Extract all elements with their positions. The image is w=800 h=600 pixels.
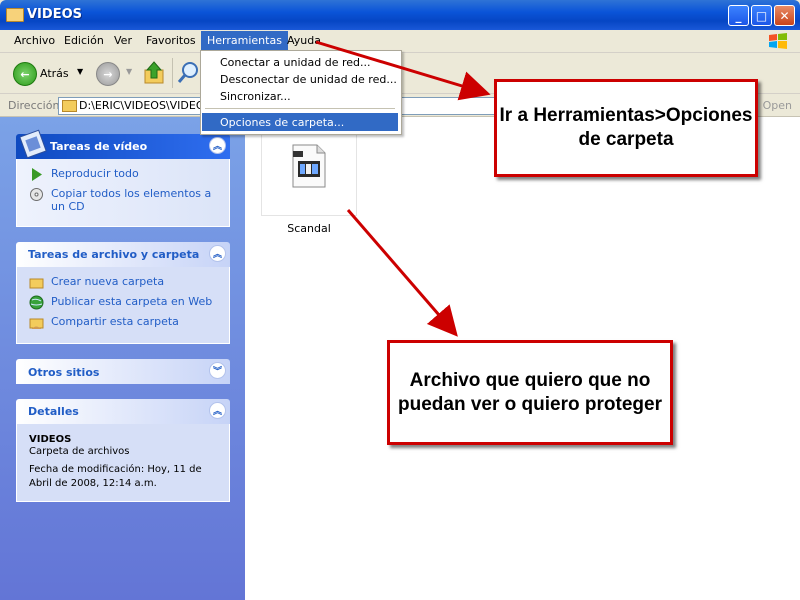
panel-file-tasks: Tareas de archivo y carpeta ︽ Crear nuev… [16,242,230,344]
panel-title: Tareas de vídeo [50,140,148,153]
task-label: Compartir esta carpeta [51,315,179,328]
task-label: Reproducir todo [51,167,139,180]
collapse-chevron-icon[interactable]: ︽ [209,402,226,419]
menu-item-folder-options[interactable]: Opciones de carpeta... [202,113,398,131]
menu-item-synchronize[interactable]: Sincronizar... [202,87,398,105]
task-new-folder[interactable]: Crear nueva carpeta [29,275,219,291]
toolbar-divider [172,58,173,88]
task-label: Crear nueva carpeta [51,275,165,288]
menu-item-map-drive[interactable]: Conectar a unidad de red... [202,53,398,71]
minimize-button[interactable]: _ [728,5,749,26]
video-file-icon [292,144,326,188]
menu-favoritos[interactable]: Favoritos [146,34,196,47]
panel-title: Tareas de archivo y carpeta [28,248,200,261]
panel-body: Reproducir todo Copiar todos los element… [16,159,230,227]
address-path: D:\ERIC\VIDEOS\VIDEOS [79,99,212,112]
address-label: Dirección [8,99,60,112]
new-folder-icon [29,278,44,289]
task-share-folder[interactable]: Compartir esta carpeta [29,315,219,331]
details-modified: Fecha de modificación: Hoy, 11 de Abril … [29,464,202,489]
back-button[interactable]: ← [13,62,37,86]
forward-button[interactable]: → [96,62,120,86]
panel-header[interactable]: Tareas de archivo y carpeta ︽ [16,242,230,267]
panel-header[interactable]: Detalles ︽ [16,399,230,424]
task-publish-web[interactable]: Publicar esta carpeta en Web [29,295,219,311]
task-pane: Tareas de vídeo ︽ Reproducir todo Copiar… [0,117,245,600]
task-copy-to-cd[interactable]: Copiar todos los elementos a un CD [29,187,219,213]
details-type: Carpeta de archivos [29,446,130,457]
film-icon [20,129,47,158]
callout-file-note: Archivo que quiero que no puedan ver o q… [387,340,673,445]
panel-video-tasks: Tareas de vídeo ︽ Reproducir todo Copiar… [16,129,230,227]
share-folder-icon [29,318,44,329]
menu-ayuda[interactable]: Ayuda [287,34,321,47]
go-button[interactable]: Open [763,99,792,112]
cd-copy-icon [30,188,43,201]
file-name[interactable]: Scandal [263,222,355,235]
menu-herramientas[interactable]: Herramientas [201,31,288,50]
menu-edicion[interactable]: Edición [64,34,104,47]
panel-body: VIDEOS Carpeta de archivos Fecha de modi… [16,424,230,502]
maximize-button[interactable]: □ [751,5,772,26]
back-label[interactable]: Atrás [40,67,69,80]
play-icon [32,168,42,181]
folder-icon [6,8,24,22]
panel-body: Crear nueva carpeta Publicar esta carpet… [16,267,230,344]
expand-chevron-icon[interactable]: ︾ [209,362,226,379]
windows-logo-icon [769,33,787,49]
up-folder-icon[interactable] [143,60,167,86]
panel-details: Detalles ︽ VIDEOS Carpeta de archivos Fe… [16,399,230,502]
panel-other-places: Otros sitios ︾ [16,359,230,384]
menu-separator [205,108,395,109]
task-label: Publicar esta carpeta en Web [51,295,213,308]
search-icon[interactable] [177,60,201,86]
tools-menu: Conectar a unidad de red... Desconectar … [200,50,402,135]
panel-header[interactable]: Tareas de vídeo ︽ [16,129,230,159]
task-play-all[interactable]: Reproducir todo [29,167,219,183]
menu-item-disconnect-drive[interactable]: Desconectar de unidad de red... [202,70,398,88]
title-bar[interactable]: VIDEOS _ □ ✕ [0,0,800,30]
back-dropdown-icon[interactable]: ▼ [77,67,83,76]
menu-ver[interactable]: Ver [114,34,132,47]
collapse-chevron-icon[interactable]: ︽ [209,137,226,154]
window-title: VIDEOS [27,7,82,22]
panel-title: Otros sitios [28,366,100,379]
task-label: Copiar todos los elementos a un CD [51,187,212,213]
close-button[interactable]: ✕ [774,5,795,26]
callout-instructions: Ir a Herramientas>Opciones de carpeta [494,79,758,177]
panel-title: Detalles [28,405,79,418]
panel-header[interactable]: Otros sitios ︾ [16,359,230,384]
globe-icon [29,295,44,310]
folder-icon [62,100,77,112]
forward-dropdown-icon[interactable]: ▼ [126,67,132,76]
menu-archivo[interactable]: Archivo [14,34,55,47]
details-name: VIDEOS [29,434,72,445]
collapse-chevron-icon[interactable]: ︽ [209,245,226,262]
explorer-window: VIDEOS _ □ ✕ Archivo Edición Ver Favorit… [0,0,800,600]
